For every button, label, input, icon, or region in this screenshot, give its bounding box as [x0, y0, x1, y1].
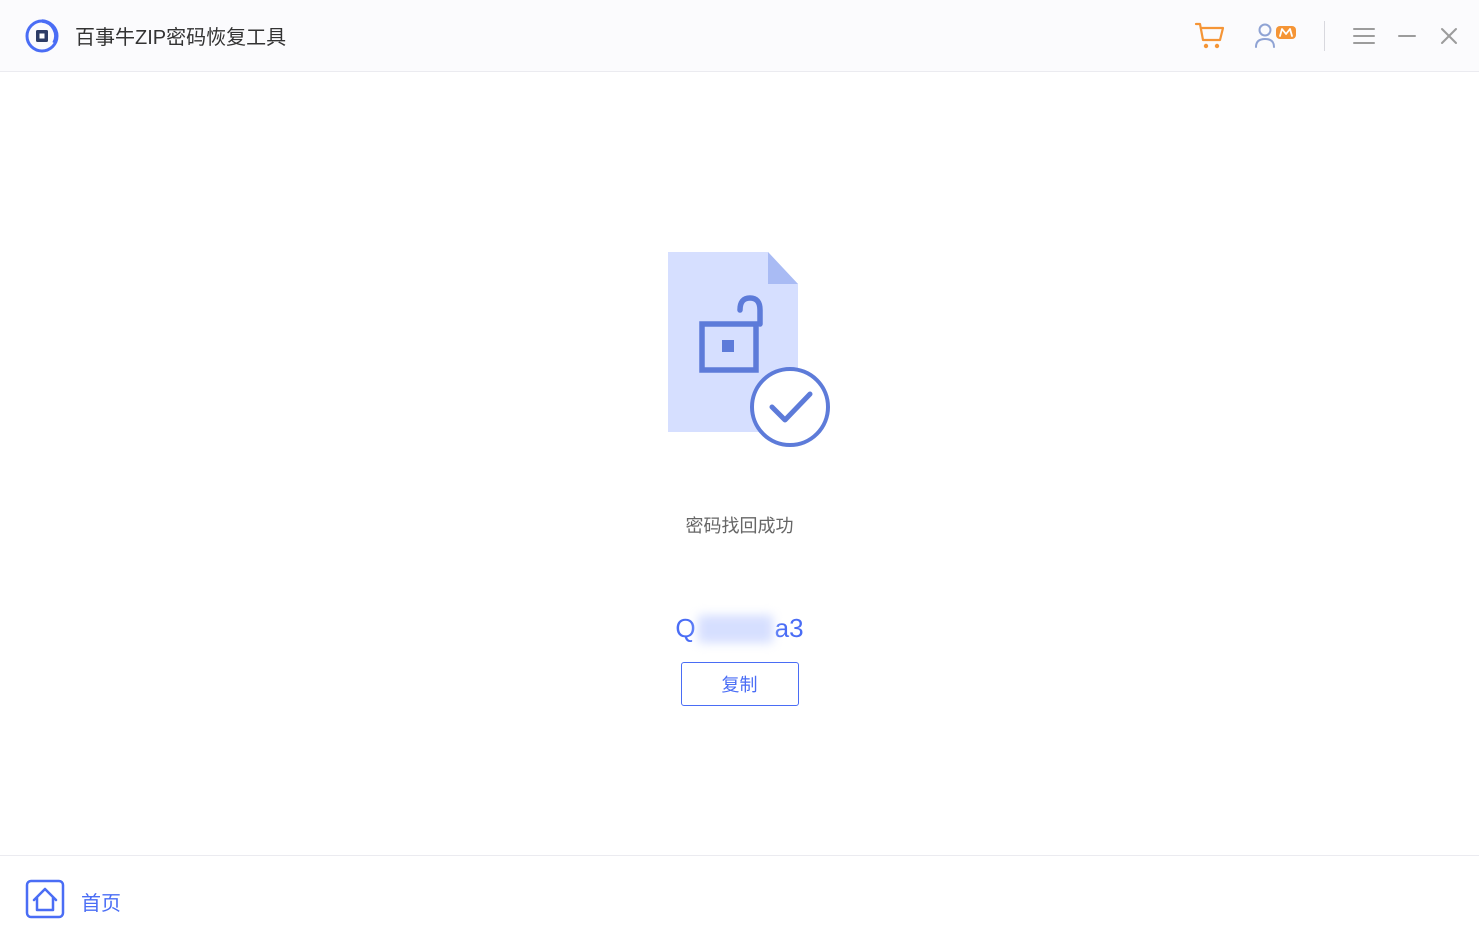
window-controls	[1353, 26, 1459, 46]
menu-icon[interactable]	[1353, 27, 1375, 45]
user-vip-icon[interactable]	[1254, 21, 1296, 51]
header-left: 百事牛ZIP密码恢复工具	[25, 19, 286, 53]
header: 百事牛ZIP密码恢复工具	[0, 0, 1479, 72]
header-divider	[1324, 21, 1325, 51]
app-title: 百事牛ZIP密码恢复工具	[75, 21, 286, 50]
header-right	[1194, 21, 1459, 51]
footer: 首页	[0, 855, 1479, 947]
cart-icon[interactable]	[1194, 21, 1226, 51]
success-message: 密码找回成功	[686, 512, 794, 538]
file-unlock-success-icon	[650, 252, 830, 457]
home-icon[interactable]	[25, 879, 65, 924]
password-prefix: Q	[675, 613, 695, 644]
main-content: 密码找回成功 Q a3 复制	[0, 72, 1479, 855]
password-masked-section	[698, 615, 773, 643]
app-logo-icon	[25, 19, 59, 53]
home-link[interactable]: 首页	[81, 887, 121, 916]
minimize-icon[interactable]	[1397, 26, 1417, 46]
copy-button[interactable]: 复制	[681, 662, 799, 706]
close-icon[interactable]	[1439, 26, 1459, 46]
password-suffix: a3	[775, 613, 804, 644]
recovered-password: Q a3	[675, 613, 803, 644]
